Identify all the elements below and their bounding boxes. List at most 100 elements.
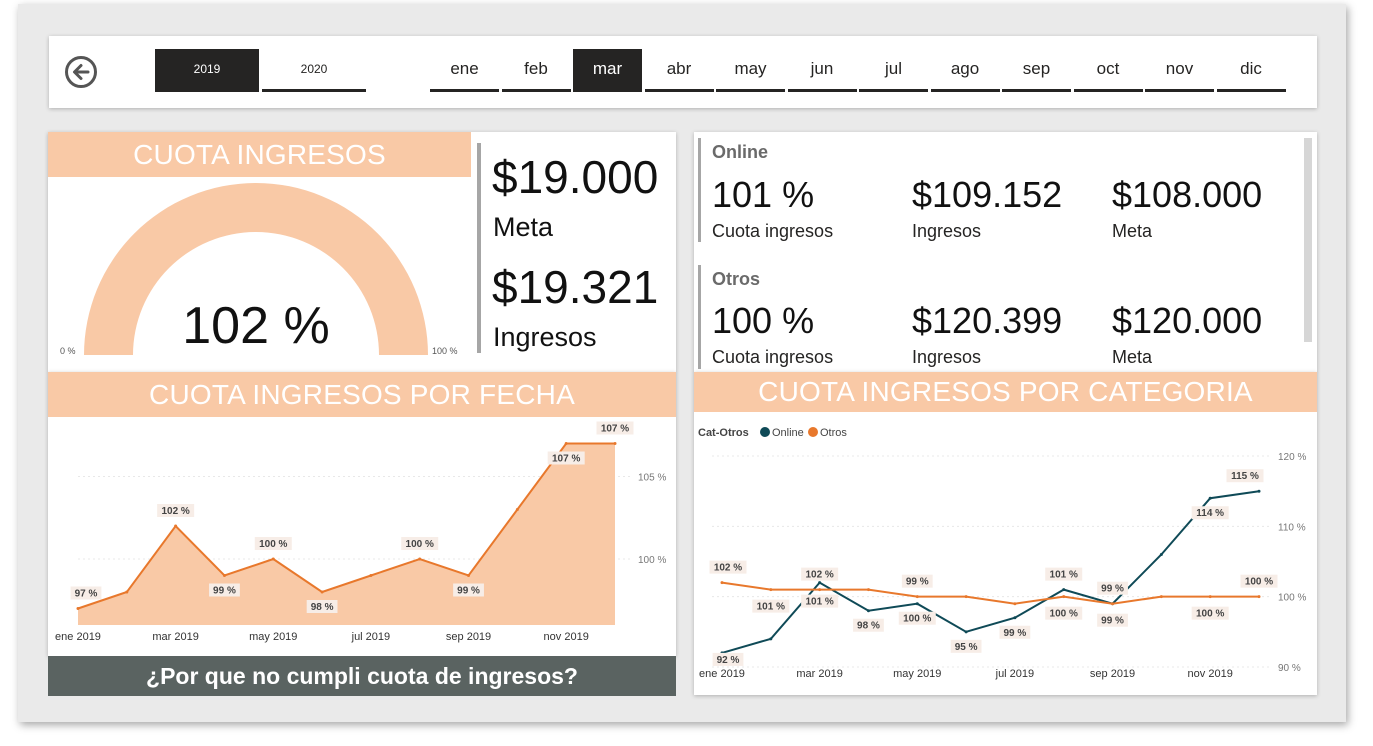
series-online-point bbox=[915, 602, 919, 606]
legend-otros-marker bbox=[808, 427, 818, 437]
fecha-x-tick: mar 2019 bbox=[152, 631, 198, 643]
month-ago-button[interactable]: ago bbox=[930, 49, 1000, 92]
series-otros-data-label: 99 % bbox=[1101, 616, 1124, 627]
scrollbar[interactable] bbox=[1304, 138, 1312, 342]
online-ingresos-label: Ingresos bbox=[912, 221, 982, 241]
cat-x-tick: sep 2019 bbox=[1090, 668, 1135, 680]
series-online-point bbox=[1159, 552, 1163, 556]
month-may-button[interactable]: may bbox=[716, 49, 785, 92]
fecha-point bbox=[76, 607, 80, 610]
fecha-data-label: 99 % bbox=[213, 586, 236, 597]
series-otros-point bbox=[1062, 595, 1066, 599]
fecha-point bbox=[467, 574, 471, 577]
fecha-data-label: 98 % bbox=[311, 602, 334, 613]
series-online-data-label: 101 % bbox=[1050, 570, 1078, 581]
series-otros-point bbox=[964, 595, 968, 599]
month-mar-button[interactable]: mar bbox=[573, 49, 642, 92]
cat-y-tick: 110 % bbox=[1278, 522, 1306, 533]
series-online-point bbox=[818, 581, 822, 585]
month-ene-button[interactable]: ene bbox=[430, 49, 499, 92]
fecha-y-tick: 100 % bbox=[638, 555, 666, 566]
gauge-min-label: 0 % bbox=[60, 346, 76, 356]
month-jun-button[interactable]: jun bbox=[787, 49, 857, 92]
series-online-data-label: 95 % bbox=[955, 642, 978, 653]
categoria-line-chart: Cat-Otros Online Otros 90 % 100 % 110 % 120 % 9… bbox=[698, 427, 1306, 680]
series-otros-point bbox=[1159, 595, 1163, 599]
otros-title: Otros bbox=[712, 269, 761, 289]
fecha-data-label: 107 % bbox=[601, 424, 629, 435]
month-nov-button[interactable]: nov bbox=[1145, 49, 1214, 92]
year-2019-button[interactable]: 2019 bbox=[155, 49, 259, 92]
fecha-y-tick: 105 % bbox=[638, 473, 666, 484]
online-title: Online bbox=[712, 142, 769, 162]
series-online-point bbox=[1208, 496, 1212, 500]
fecha-point bbox=[222, 574, 226, 577]
month-abr-button[interactable]: abr bbox=[644, 49, 714, 92]
fecha-point bbox=[271, 557, 275, 561]
series-otros-point bbox=[866, 588, 870, 592]
fecha-point bbox=[369, 574, 373, 577]
series-online-point bbox=[1062, 588, 1066, 592]
fecha-x-tick: may 2019 bbox=[249, 631, 297, 643]
back-arrow-circle-icon[interactable] bbox=[64, 55, 98, 89]
ingresos-value: $19.321 bbox=[492, 261, 659, 313]
series-online-data-label: 115 % bbox=[1231, 471, 1259, 482]
online-cuota-value: 101 % bbox=[712, 174, 815, 215]
series-otros-point bbox=[915, 595, 919, 599]
online-divider bbox=[698, 138, 701, 242]
series-otros-point bbox=[818, 588, 822, 592]
fecha-point bbox=[125, 590, 129, 594]
cuota-gauge: 102 % 0 % 100 % bbox=[60, 183, 458, 356]
series-otros-data-label: 101 % bbox=[757, 602, 785, 613]
fecha-data-label: 99 % bbox=[457, 586, 480, 597]
series-online-point bbox=[866, 609, 870, 613]
cat-y-tick: 100 % bbox=[1278, 593, 1306, 604]
series-online-data-label: 92 % bbox=[717, 655, 740, 666]
series-online-data-label: 114 % bbox=[1196, 508, 1224, 519]
series-otros-point bbox=[720, 581, 724, 585]
otros-ingresos-label: Ingresos bbox=[912, 347, 982, 367]
online-cuota-label: Cuota ingresos bbox=[712, 221, 834, 241]
legend-online-marker bbox=[760, 427, 770, 437]
cuota-ingresos-title: CUOTA INGRESOS bbox=[48, 132, 471, 177]
cat-x-tick: mar 2019 bbox=[796, 668, 842, 680]
question-button[interactable]: ¿Por que no cumpli cuota de ingresos? bbox=[48, 656, 676, 696]
series-online-point bbox=[769, 637, 773, 641]
series-otros-point bbox=[769, 588, 773, 592]
cat-x-tick: ene 2019 bbox=[699, 668, 745, 680]
fecha-area-chart: 100 % 105 % 97 % 102 % 99 % 100 % 98 % 100 % 99 … bbox=[55, 421, 666, 643]
series-otros-point bbox=[1257, 595, 1261, 599]
fecha-data-label: 102 % bbox=[161, 506, 189, 517]
legend-online-label: Online bbox=[772, 427, 804, 439]
gauge-value: 102 % bbox=[182, 297, 329, 355]
otros-cuota-value: 100 % bbox=[712, 300, 815, 341]
month-sep-button[interactable]: sep bbox=[1002, 49, 1071, 92]
series-otros-point bbox=[1013, 602, 1017, 606]
otros-ingresos-value: $120.399 bbox=[912, 300, 1063, 341]
fecha-x-tick: sep 2019 bbox=[446, 631, 491, 643]
fecha-data-label: 107 % bbox=[552, 454, 580, 465]
cat-x-tick: may 2019 bbox=[893, 668, 941, 680]
fecha-data-label: 100 % bbox=[406, 539, 434, 550]
online-ingresos-value: $109.152 bbox=[912, 174, 1063, 215]
series-otros-data-label: 99 % bbox=[906, 577, 929, 588]
month-jul-button[interactable]: jul bbox=[859, 49, 928, 92]
fecha-area bbox=[78, 443, 615, 625]
year-2020-button[interactable]: 2020 bbox=[262, 49, 366, 92]
series-online-point bbox=[964, 630, 968, 634]
series-online-point bbox=[1013, 616, 1017, 620]
fecha-point bbox=[564, 442, 568, 445]
otros-divider bbox=[698, 265, 701, 369]
legend-title: Cat-Otros bbox=[698, 427, 749, 439]
meta-value: $19.000 bbox=[492, 151, 659, 203]
fecha-point bbox=[320, 590, 324, 594]
otros-meta-value: $120.000 bbox=[1112, 300, 1263, 341]
cat-y-tick: 120 % bbox=[1278, 452, 1306, 463]
cat-x-tick: jul 2019 bbox=[995, 668, 1035, 680]
series-otros-data-label: 102 % bbox=[714, 563, 742, 574]
month-oct-button[interactable]: oct bbox=[1073, 49, 1143, 92]
month-dic-button[interactable]: dic bbox=[1216, 49, 1286, 92]
fecha-data-label: 100 % bbox=[259, 539, 287, 550]
month-feb-button[interactable]: feb bbox=[501, 49, 571, 92]
fecha-data-label: 97 % bbox=[75, 589, 98, 600]
